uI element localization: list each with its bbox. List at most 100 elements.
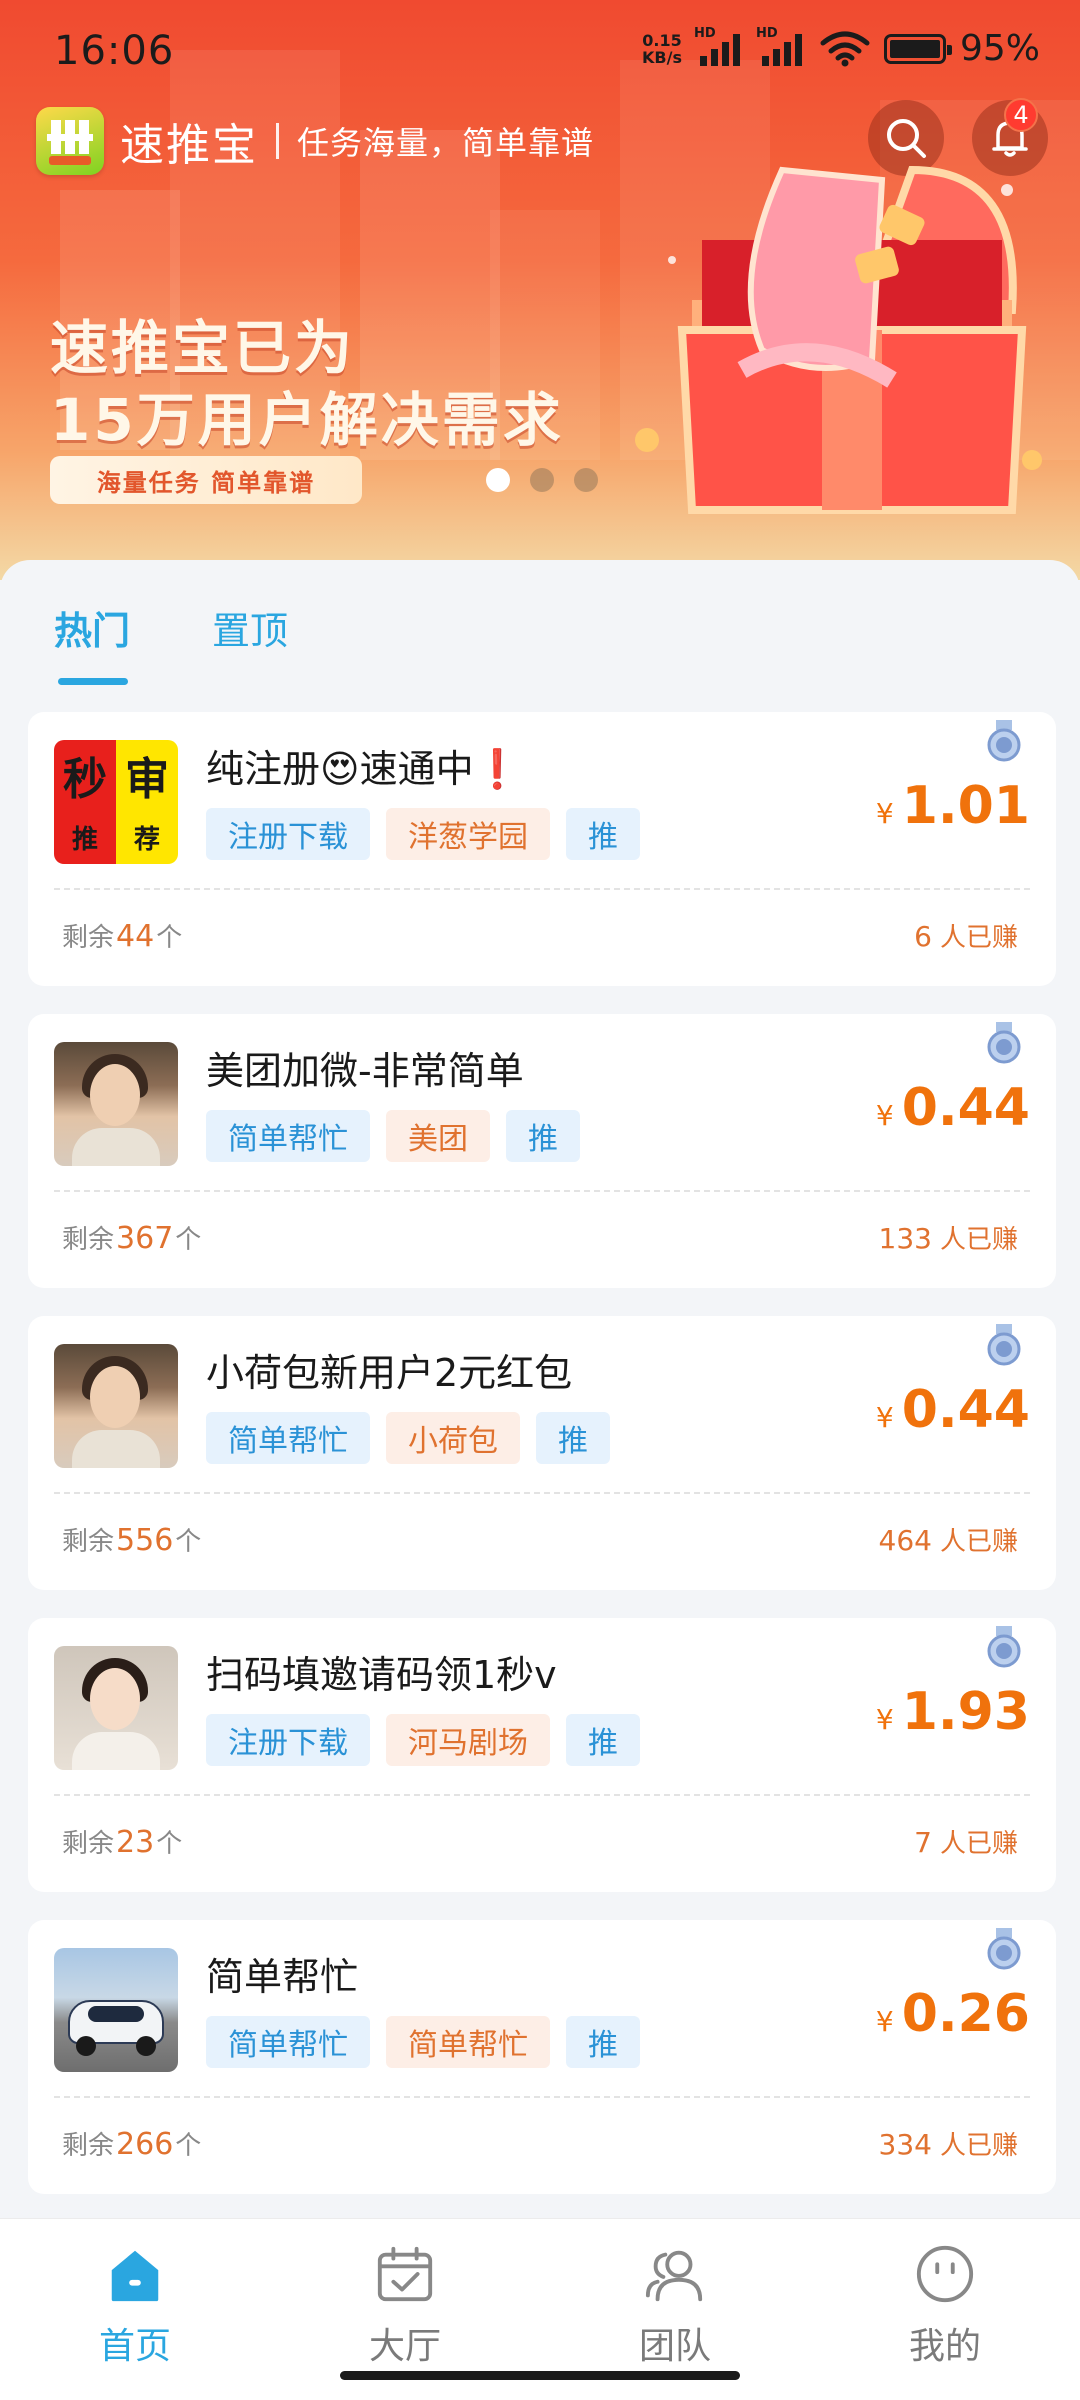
tab-bar: 热门 置顶 xyxy=(0,560,1080,690)
avatar-photo xyxy=(54,1646,178,1770)
earned-count: 133 人已赚 xyxy=(878,1222,1018,1255)
network-speed: 0.15 KB/s xyxy=(642,30,682,67)
task-thumbnail xyxy=(54,1344,178,1468)
task-title: 纯注册😍速通中❗ xyxy=(206,747,521,791)
signal-icon: HD xyxy=(756,26,806,66)
tag-category: 简单帮忙 xyxy=(206,1412,370,1464)
smiley-icon xyxy=(916,2245,974,2303)
screen: 16:06 0.15 KB/s HD HD 95% 速推宝 任务海量，简单靠谱 … xyxy=(0,0,1080,2400)
remaining-count: 剩余 44 个 xyxy=(62,919,183,954)
tag-merchant: 小荷包 xyxy=(386,1412,520,1464)
car-photo xyxy=(54,1948,178,2072)
task-title: 扫码填邀请码领1秒v xyxy=(206,1653,557,1697)
logo-icon xyxy=(47,120,93,165)
miao-shen-badge: 秒 审 推 荐 xyxy=(54,740,178,864)
task-title: 小荷包新用户2元红包 xyxy=(206,1351,573,1395)
task-tags: 注册下载 河马剧场 推 xyxy=(206,1714,640,1766)
task-thumbnail xyxy=(54,1948,178,2072)
signal-icon: HD xyxy=(694,26,744,66)
nav-mine[interactable]: 我的 xyxy=(810,2229,1080,2369)
task-tags: 简单帮忙 美团 推 xyxy=(206,1110,580,1162)
task-card[interactable]: 扫码填邀请码领1秒v 注册下载 河马剧场 推 ¥ 1.93 剩余 23 个 7 … xyxy=(28,1618,1056,1892)
tag-category: 简单帮忙 xyxy=(206,2016,370,2068)
carousel-dot[interactable] xyxy=(574,468,598,492)
app-slogan: 任务海量，简单靠谱 xyxy=(297,124,595,162)
task-card[interactable]: 美团加微-非常简单 简单帮忙 美团 推 ¥ 0.44 剩余 367 个 133 … xyxy=(28,1014,1056,1288)
carousel-dot[interactable] xyxy=(530,468,554,492)
app-name: 速推宝 xyxy=(120,120,258,171)
earned-count: 334 人已赚 xyxy=(878,2128,1018,2161)
content-panel: 热门 置顶 秒 审 推 荐 纯注册😍速通中❗ 注册下载 洋葱学园 推 ¥ 1.0… xyxy=(0,560,1080,2220)
task-thumbnail xyxy=(54,1646,178,1770)
avatar-photo xyxy=(54,1042,178,1166)
card-divider xyxy=(54,888,1030,890)
task-price: ¥ 1.93 xyxy=(875,1682,1030,1742)
card-divider xyxy=(54,1492,1030,1494)
nav-hall[interactable]: 大厅 xyxy=(270,2229,540,2369)
card-divider xyxy=(54,1794,1030,1796)
battery-percent: 95% xyxy=(959,28,1040,69)
tag-recommend: 推 xyxy=(536,1412,610,1464)
team-icon xyxy=(645,2250,703,2302)
tag-recommend: 推 xyxy=(566,1714,640,1766)
earned-count: 7 人已赚 xyxy=(914,1826,1018,1859)
notification-badge: 4 xyxy=(1004,98,1038,132)
task-card[interactable]: 小荷包新用户2元红包 简单帮忙 小荷包 推 ¥ 0.44 剩余 556 个 46… xyxy=(28,1316,1056,1590)
carousel-dot[interactable] xyxy=(486,468,510,492)
app-header: 速推宝 任务海量，简单靠谱 xyxy=(36,104,594,178)
avatar-photo xyxy=(54,1344,178,1468)
tag-recommend: 推 xyxy=(506,1110,580,1162)
tab-pinned[interactable]: 置顶 xyxy=(212,600,288,655)
tag-merchant: 美团 xyxy=(386,1110,490,1162)
home-icon xyxy=(111,2250,159,2302)
header-divider xyxy=(276,123,279,159)
task-tags: 注册下载 洋葱学园 推 xyxy=(206,808,640,860)
status-icons: 0.15 KB/s HD HD 95% xyxy=(642,26,1040,70)
nav-team[interactable]: 团队 xyxy=(540,2229,810,2369)
hero-banner[interactable]: 16:06 0.15 KB/s HD HD 95% 速推宝 任务海量，简单靠谱 … xyxy=(0,0,1080,580)
task-tags: 简单帮忙 简单帮忙 推 xyxy=(206,2016,640,2068)
remaining-count: 剩余 556 个 xyxy=(62,1523,202,1558)
medal-icon xyxy=(987,1928,1021,1970)
nav-home[interactable]: 首页 xyxy=(0,2229,270,2369)
task-thumbnail xyxy=(54,1042,178,1166)
earned-count: 464 人已赚 xyxy=(878,1524,1018,1557)
remaining-count: 剩余 266 个 xyxy=(62,2127,202,2162)
home-indicator[interactable] xyxy=(340,2371,740,2380)
tag-merchant: 洋葱学园 xyxy=(386,808,550,860)
banner-pill: 海量任务 简单靠谱 xyxy=(50,456,362,504)
tag-recommend: 推 xyxy=(566,808,640,860)
tag-recommend: 推 xyxy=(566,2016,640,2068)
task-price: ¥ 0.44 xyxy=(875,1078,1030,1138)
task-card[interactable]: 秒 审 推 荐 纯注册😍速通中❗ 注册下载 洋葱学园 推 ¥ 1.01 剩余 4… xyxy=(28,712,1056,986)
tag-category: 注册下载 xyxy=(206,1714,370,1766)
tag-category: 注册下载 xyxy=(206,808,370,860)
status-time: 16:06 xyxy=(54,28,175,74)
carousel-indicator xyxy=(486,468,598,492)
tab-indicator xyxy=(58,678,128,685)
card-divider xyxy=(54,2096,1030,2098)
banner-headline: 速推宝已为 15万用户解决需求 xyxy=(50,314,564,454)
task-price: ¥ 1.01 xyxy=(875,776,1030,836)
tag-merchant: 河马剧场 xyxy=(386,1714,550,1766)
tag-merchant: 简单帮忙 xyxy=(386,2016,550,2068)
task-card[interactable]: 简单帮忙 简单帮忙 简单帮忙 推 ¥ 0.26 剩余 266 个 334 人已赚 xyxy=(28,1920,1056,2194)
medal-icon xyxy=(987,1022,1021,1064)
tab-hot[interactable]: 热门 xyxy=(54,600,130,655)
remaining-count: 剩余 367 个 xyxy=(62,1221,202,1256)
task-title: 简单帮忙 xyxy=(206,1955,359,1999)
tag-category: 简单帮忙 xyxy=(206,1110,370,1162)
task-thumbnail: 秒 审 推 荐 xyxy=(54,740,178,864)
task-price: ¥ 0.26 xyxy=(875,1984,1030,2044)
status-bar: 16:06 0.15 KB/s HD HD 95% xyxy=(0,0,1080,100)
task-tags: 简单帮忙 小荷包 推 xyxy=(206,1412,610,1464)
battery-icon xyxy=(883,33,952,64)
card-divider xyxy=(54,1190,1030,1192)
app-logo xyxy=(36,107,104,175)
task-price: ¥ 0.44 xyxy=(875,1380,1030,1440)
earned-count: 6 人已赚 xyxy=(914,920,1018,953)
medal-icon xyxy=(987,1626,1021,1668)
medal-icon xyxy=(987,1324,1021,1366)
treasure-chest-illustration xyxy=(635,165,1042,514)
medal-icon xyxy=(987,720,1021,762)
